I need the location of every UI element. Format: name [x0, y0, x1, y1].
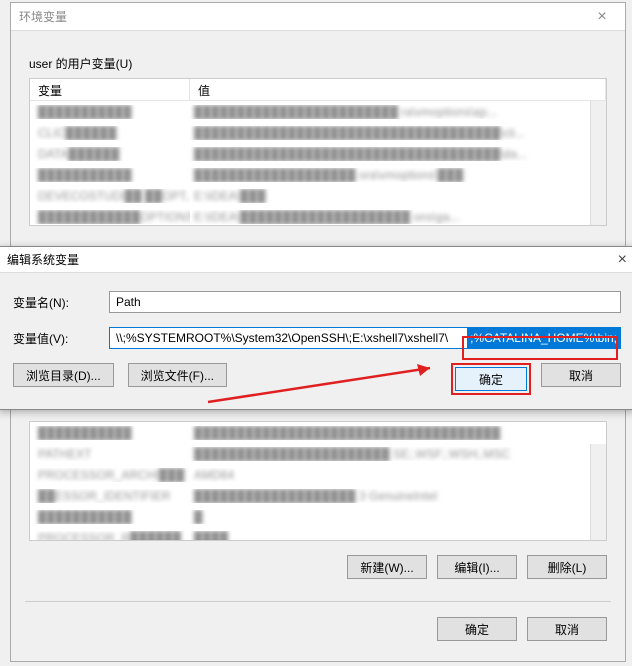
- table-row[interactable]: PROCESSOR_R██████████: [30, 527, 606, 541]
- right-buttons: 确定 取消: [451, 363, 621, 395]
- ok-annotation: 确定: [451, 363, 531, 395]
- table-row[interactable]: DEVECOSTUDI██ ██OPT...E:\IDEA\███: [30, 185, 606, 206]
- table-rows: ████████████████████████████████████████…: [30, 422, 606, 541]
- close-icon[interactable]: ×: [587, 251, 627, 269]
- table-row[interactable]: ████████████: [30, 506, 606, 527]
- value-input-wrap: ;%CATALINA_HOME%\bin;: [109, 327, 621, 349]
- browse-file-button[interactable]: 浏览文件(F)...: [128, 363, 227, 387]
- delete-button[interactable]: 删除(L): [527, 555, 607, 579]
- cancel-button[interactable]: 取消: [527, 617, 607, 641]
- name-row: 变量名(N):: [13, 291, 621, 313]
- dialog-title: 编辑系统变量: [7, 251, 79, 268]
- ok-button[interactable]: 确定: [455, 367, 527, 391]
- titlebar: 环境变量 ×: [11, 3, 625, 31]
- table-row[interactable]: ██████████████████████████████ ora\vmopt…: [30, 164, 606, 185]
- new-button[interactable]: 新建(W)...: [347, 555, 427, 579]
- table-row[interactable]: DATA████████████████████████████████████…: [30, 143, 606, 164]
- dialog-title: 环境变量: [19, 8, 67, 25]
- name-input[interactable]: [109, 291, 621, 313]
- cancel-button[interactable]: 取消: [541, 363, 621, 387]
- form-body: 变量名(N): 变量值(V): ;%CATALINA_HOME%\bin; 浏览…: [0, 273, 632, 409]
- table-row[interactable]: ████████████████████████████████████████…: [30, 422, 606, 443]
- edit-var-dialog: 编辑系统变量 × 变量名(N): 变量值(V): ;%CATALINA_HOME…: [0, 246, 632, 410]
- scrollbar[interactable]: [590, 444, 606, 540]
- table-row[interactable]: ██ESSOR_IDENTIFIER███████████████████ 3 …: [30, 485, 606, 506]
- close-icon[interactable]: ×: [587, 8, 617, 26]
- table-row[interactable]: ███████████████████████████████████ ra\v…: [30, 101, 606, 122]
- user-vars-label: user 的用户变量(U): [29, 55, 625, 72]
- user-vars-table[interactable]: 变量 值 ███████████████████████████████████…: [29, 78, 607, 226]
- dialog-button-row: 确定 取消: [437, 617, 607, 641]
- table-row[interactable]: PATHEXT███████████████████████ SE;.WSF;.…: [30, 443, 606, 464]
- ok-button[interactable]: 确定: [437, 617, 517, 641]
- value-row: 变量值(V): ;%CATALINA_HOME%\bin;: [13, 327, 621, 349]
- table-rows: ███████████████████████████████████ ra\v…: [30, 101, 606, 226]
- button-row: 浏览目录(D)... 浏览文件(F)... 确定 取消: [13, 363, 621, 395]
- titlebar: 编辑系统变量 ×: [0, 247, 632, 273]
- table-row[interactable]: ████████████OPTIONSE:\IDEA\█████████████…: [30, 206, 606, 226]
- value-input[interactable]: [109, 327, 621, 349]
- edit-button[interactable]: 编辑(I)...: [437, 555, 517, 579]
- col-variable[interactable]: 变量: [30, 79, 190, 100]
- system-vars-table[interactable]: ████████████████████████████████████████…: [29, 421, 607, 541]
- col-value[interactable]: 值: [190, 79, 606, 100]
- name-label: 变量名(N):: [13, 294, 109, 311]
- table-row[interactable]: PROCESSOR_ARCHI███AMD64: [30, 464, 606, 485]
- browse-dir-button[interactable]: 浏览目录(D)...: [13, 363, 114, 387]
- table-row[interactable]: CLIC████████████████████████████████████…: [30, 122, 606, 143]
- divider: [25, 601, 611, 602]
- sys-button-row: 新建(W)... 编辑(I)... 删除(L): [347, 555, 607, 579]
- scrollbar[interactable]: [590, 101, 606, 225]
- table-header: 变量 值: [30, 79, 606, 101]
- value-label: 变量值(V):: [13, 330, 109, 347]
